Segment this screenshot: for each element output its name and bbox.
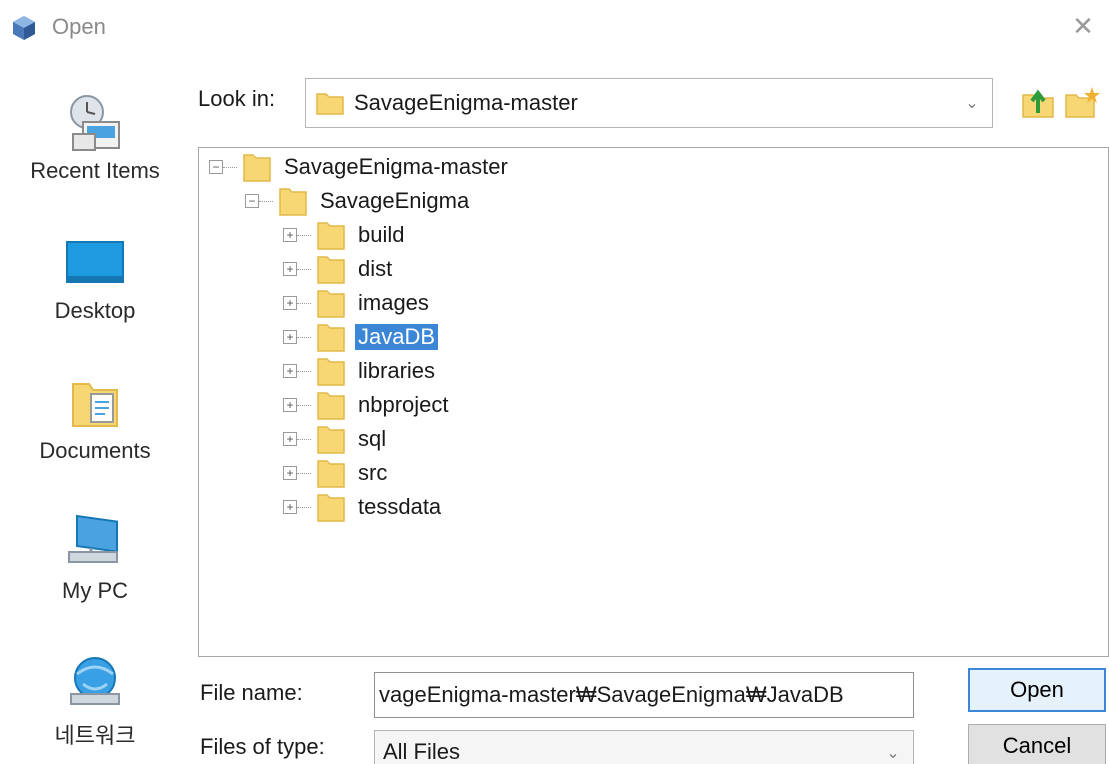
folder-icon bbox=[279, 188, 307, 216]
folder-icon bbox=[317, 460, 345, 488]
folder-icon bbox=[243, 154, 271, 182]
tree-node-label: src bbox=[358, 460, 388, 485]
tree-node-item[interactable]: + tessdata bbox=[283, 490, 444, 524]
expand-icon[interactable]: + bbox=[283, 228, 297, 242]
expand-icon[interactable]: + bbox=[283, 398, 297, 412]
expand-icon[interactable]: + bbox=[283, 432, 297, 446]
tree-node-item[interactable]: + nbproject bbox=[283, 388, 452, 422]
tree-node-root[interactable]: − SavageEnigma-master bbox=[209, 150, 511, 184]
tree-node-item[interactable]: + images bbox=[283, 286, 432, 320]
new-folder-icon bbox=[1065, 87, 1100, 118]
folder-tree[interactable]: − SavageEnigma-master − SavageEnigma + b… bbox=[198, 147, 1109, 657]
collapse-icon[interactable]: − bbox=[209, 160, 223, 174]
tree-node-label: nbproject bbox=[358, 392, 449, 417]
files-of-type-combobox[interactable]: All Files ⌄ bbox=[374, 730, 914, 764]
place-label: Documents bbox=[39, 438, 151, 463]
window-title: Open bbox=[52, 14, 106, 39]
cancel-button[interactable]: Cancel bbox=[968, 724, 1106, 764]
place-label: Recent Items bbox=[30, 158, 160, 183]
folder-icon bbox=[317, 392, 345, 420]
tree-node-label: SavageEnigma-master bbox=[284, 154, 508, 179]
close-button[interactable]: ✕ bbox=[1063, 6, 1103, 46]
up-one-level-button[interactable] bbox=[1018, 82, 1058, 122]
tree-node-item[interactable]: + dist bbox=[283, 252, 395, 286]
chevron-down-icon[interactable]: ⌄ bbox=[952, 79, 992, 127]
folder-icon bbox=[316, 93, 344, 115]
computer-icon bbox=[68, 514, 118, 563]
network-icon bbox=[70, 657, 120, 705]
documents-icon bbox=[72, 383, 118, 427]
file-name-label: File name: bbox=[200, 680, 303, 705]
recent-items-icon bbox=[70, 95, 120, 151]
tree-node-label: images bbox=[358, 290, 429, 315]
tree-node-item[interactable]: + sql bbox=[283, 422, 389, 456]
expand-icon[interactable]: + bbox=[283, 466, 297, 480]
folder-icon bbox=[317, 494, 345, 522]
folder-icon bbox=[317, 256, 345, 284]
desktop-icon bbox=[66, 241, 124, 283]
tree-node-item-selected[interactable]: + JavaDB bbox=[283, 320, 439, 354]
folder-icon bbox=[317, 358, 345, 386]
place-my-pc[interactable]: My PC bbox=[0, 510, 190, 604]
place-label: 네트워크 bbox=[54, 723, 136, 748]
tree-node-item[interactable]: + build bbox=[283, 218, 407, 252]
place-label: Desktop bbox=[54, 298, 136, 323]
place-network[interactable]: 네트워크 bbox=[0, 650, 190, 750]
java-app-icon bbox=[13, 16, 35, 40]
chevron-down-icon[interactable]: ⌄ bbox=[873, 731, 913, 764]
places-bar: Recent Items Desktop Documents My PC 네트워… bbox=[0, 80, 190, 764]
place-label: My PC bbox=[62, 578, 128, 603]
expand-icon[interactable]: + bbox=[283, 262, 297, 276]
tree-node-child[interactable]: − SavageEnigma bbox=[245, 184, 472, 218]
files-of-type-label: Files of type: bbox=[200, 734, 325, 759]
tree-node-label: tessdata bbox=[358, 494, 442, 519]
new-folder-button[interactable] bbox=[1062, 82, 1102, 122]
place-desktop[interactable]: Desktop bbox=[0, 230, 190, 324]
expand-icon[interactable]: + bbox=[283, 364, 297, 378]
place-documents[interactable]: Documents bbox=[0, 370, 190, 464]
expand-icon[interactable]: + bbox=[283, 296, 297, 310]
collapse-icon[interactable]: − bbox=[245, 194, 259, 208]
tree-node-item[interactable]: + libraries bbox=[283, 354, 438, 388]
tree-node-label: sql bbox=[358, 426, 387, 451]
tree-node-label: dist bbox=[358, 256, 393, 281]
tree-node-label: libraries bbox=[358, 358, 436, 383]
folder-icon bbox=[317, 222, 345, 250]
folder-icon bbox=[317, 290, 345, 318]
expand-icon[interactable]: + bbox=[283, 500, 297, 514]
place-recent-items[interactable]: Recent Items bbox=[0, 90, 190, 184]
tree-node-label: SavageEnigma bbox=[320, 188, 470, 213]
file-name-input[interactable]: vageEnigma-master₩SavageEnigma₩JavaDB bbox=[374, 672, 914, 718]
up-folder-icon bbox=[1022, 89, 1054, 118]
close-icon: ✕ bbox=[1072, 10, 1094, 41]
title-bar: Open ✕ bbox=[0, 0, 1109, 58]
tree-node-item[interactable]: + src bbox=[283, 456, 390, 490]
open-button[interactable]: Open bbox=[968, 668, 1106, 712]
folder-icon bbox=[317, 426, 345, 454]
look-in-label: Look in: bbox=[198, 86, 276, 111]
folder-icon bbox=[317, 324, 345, 352]
look-in-combobox[interactable]: SavageEnigma-master ⌄ bbox=[305, 78, 993, 128]
tree-node-label: JavaDB bbox=[355, 324, 439, 350]
tree-node-label: build bbox=[358, 222, 405, 247]
files-of-type-value: All Files bbox=[383, 739, 461, 764]
expand-icon[interactable]: + bbox=[283, 330, 297, 344]
look-in-value: SavageEnigma-master bbox=[354, 90, 578, 115]
